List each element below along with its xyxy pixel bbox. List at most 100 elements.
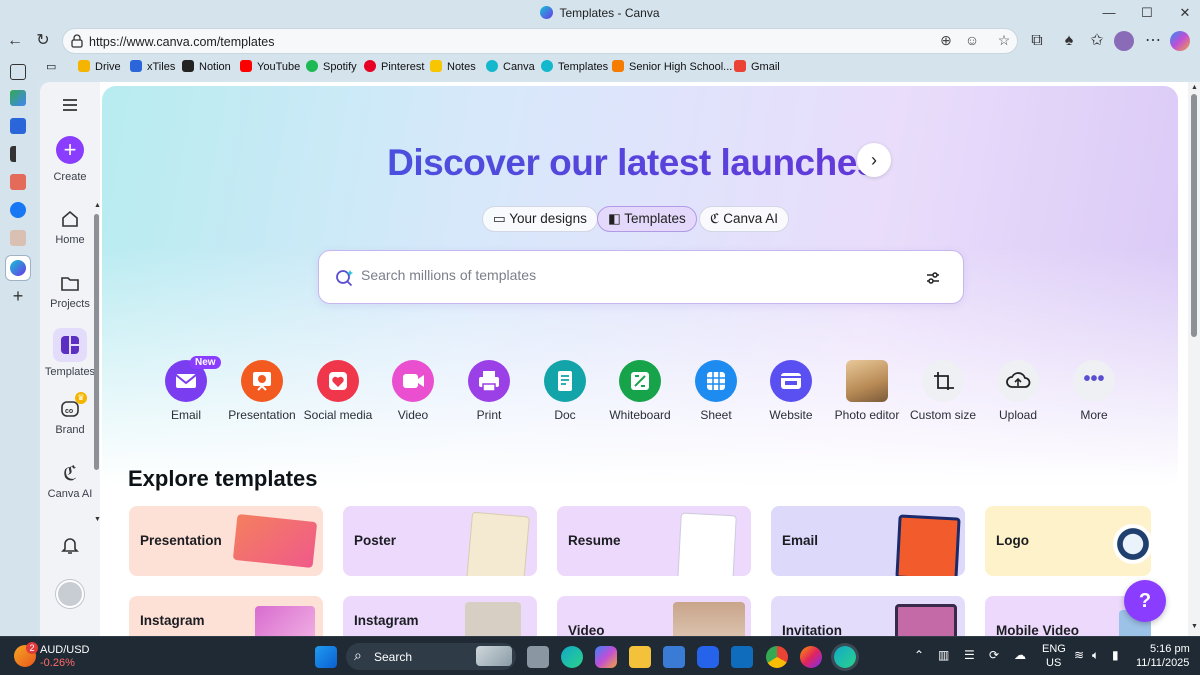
refresh-icon[interactable]: ↻ <box>32 30 54 52</box>
add-icon[interactable]: + <box>10 287 26 305</box>
chevron-up-icon[interactable]: ⌃ <box>914 648 924 662</box>
category-video[interactable]: Video <box>375 360 451 422</box>
copilot-icon[interactable] <box>595 646 617 668</box>
category-whiteboard[interactable]: Whiteboard <box>602 360 678 422</box>
firefox-icon[interactable] <box>800 646 822 668</box>
template-card-resume[interactable]: Resume <box>557 506 751 576</box>
category-doc[interactable]: Doc <box>527 360 603 422</box>
file-explorer-icon[interactable] <box>629 646 651 668</box>
main-scrollbar[interactable]: ▲ ▼ <box>1188 82 1200 636</box>
favorite-star-icon[interactable]: ☆ <box>995 32 1013 49</box>
close-button[interactable]: ✕ <box>1170 4 1200 22</box>
template-search-box[interactable] <box>318 250 964 304</box>
sidebar-item-canva-ai[interactable]: ℭ Canva AI <box>40 462 100 500</box>
facebook-icon[interactable] <box>10 202 26 218</box>
bookmark-xtiles[interactable]: xTiles <box>130 60 175 73</box>
bookmark-youtube[interactable]: YouTube <box>240 60 300 73</box>
template-card-email[interactable]: Email <box>771 506 965 576</box>
template-card-poster[interactable]: Poster <box>343 506 537 576</box>
taskbar-search-box[interactable]: ⌕ Search <box>346 643 516 670</box>
bookmark-drive[interactable]: Drive <box>78 60 121 73</box>
volume-icon[interactable]: 🔈︎ <box>1092 648 1099 663</box>
chrome-icon[interactable] <box>766 646 788 668</box>
minimize-button[interactable]: — <box>1094 4 1124 22</box>
extensions-icon[interactable]: ⧉ <box>1026 30 1048 52</box>
windows-start-icon[interactable] <box>315 646 337 668</box>
address-bar[interactable]: https://www.canva.com/templates ⊕ ☺ ☆ <box>62 28 1018 54</box>
bookmarks-toggle-icon[interactable]: ▭ <box>46 60 56 73</box>
maximize-button[interactable]: ☐ <box>1132 4 1162 22</box>
category-sheet[interactable]: Sheet <box>678 360 754 422</box>
template-card-instagram-2[interactable]: Instagram <box>343 596 537 636</box>
site-info-icon[interactable] <box>71 34 83 48</box>
clock-date[interactable]: 11/11/2025 <box>1136 657 1189 669</box>
category-presentation[interactable]: Presentation <box>224 360 300 422</box>
app-tray-icon[interactable]: ▥ <box>938 648 949 662</box>
help-button[interactable]: ? <box>1124 580 1166 622</box>
chevron-right-icon[interactable]: › <box>857 143 891 177</box>
category-email[interactable]: New Email <box>148 356 224 422</box>
microsoft-store-icon[interactable] <box>663 646 685 668</box>
template-card-presentation[interactable]: Presentation <box>129 506 323 576</box>
bookmark-canva[interactable]: Canva <box>486 60 535 73</box>
bookmark-gmail[interactable]: Gmail <box>734 60 780 73</box>
tab-canva-ai[interactable]: ℭ Canva AI <box>699 206 790 232</box>
sync-tray-icon[interactable]: ⟳ <box>989 648 999 662</box>
back-arrow-icon[interactable]: ← <box>4 30 26 52</box>
create-button[interactable]: + Create <box>40 136 100 183</box>
bookmark-notion[interactable]: Notion <box>182 60 231 73</box>
speaker-icon[interactable] <box>10 146 26 162</box>
edge-icon[interactable] <box>561 646 583 668</box>
category-print[interactable]: Print <box>451 360 527 422</box>
bookmark-pinterest[interactable]: Pinterest <box>364 60 424 73</box>
sliders-tray-icon[interactable]: ☰ <box>964 648 975 662</box>
battery-icon[interactable]: ▮ <box>1112 648 1119 662</box>
search-input[interactable] <box>361 267 901 283</box>
language-code[interactable]: ENG <box>1042 643 1066 655</box>
teams-chat-icon[interactable] <box>697 646 719 668</box>
outlook-icon[interactable] <box>731 646 753 668</box>
filter-sliders-icon[interactable] <box>925 270 941 286</box>
bookmark-notes[interactable]: Notes <box>430 60 476 73</box>
notifications-bell-icon[interactable] <box>40 534 100 560</box>
language-region[interactable]: US <box>1046 657 1061 669</box>
tab-your-designs[interactable]: ▭ Your designs <box>482 206 598 232</box>
canva-app-icon[interactable] <box>6 256 30 280</box>
category-upload[interactable]: Upload <box>980 360 1056 422</box>
template-card-instagram[interactable]: Instagram <box>129 596 323 636</box>
bookmark-senior-high[interactable]: Senior High School... <box>612 60 732 73</box>
sidebar-item-home[interactable]: Home <box>40 208 100 246</box>
browser-essentials-icon[interactable]: ♠ <box>1058 30 1080 52</box>
sidebar-item-projects[interactable]: Projects <box>40 272 100 310</box>
favorites-icon[interactable]: ✩ <box>1086 30 1108 52</box>
tab-actions-icon[interactable] <box>10 64 26 80</box>
vpn-tray-icon[interactable]: ☁ <box>1014 648 1026 662</box>
reading-mode-icon[interactable]: ☺ <box>963 32 981 48</box>
category-more[interactable]: ••• More <box>1056 360 1132 422</box>
app-icon[interactable] <box>10 230 26 246</box>
menu-icon[interactable] <box>40 94 100 120</box>
edge-active-icon[interactable] <box>834 646 856 668</box>
sidebar-item-brand[interactable]: co ♛ Brand <box>40 392 100 436</box>
settings-more-icon[interactable]: ⋯ <box>1142 30 1164 52</box>
template-card-logo[interactable]: Logo <box>985 506 1151 576</box>
bookmark-templates[interactable]: Templates <box>541 60 608 73</box>
bookmark-spotify[interactable]: Spotify <box>306 60 357 73</box>
category-photo-editor[interactable]: Photo editor <box>829 360 905 422</box>
app-icon[interactable] <box>10 174 26 190</box>
wifi-icon[interactable]: ≋ <box>1074 648 1084 662</box>
category-social-media[interactable]: Social media <box>300 360 376 422</box>
zoom-icon[interactable]: ⊕ <box>937 32 955 49</box>
profile-avatar[interactable] <box>1114 31 1134 51</box>
ticker-symbol[interactable]: AUD/USD <box>40 644 90 656</box>
sidebar-item-templates[interactable]: Templates <box>40 328 100 378</box>
task-view-icon[interactable] <box>527 646 549 668</box>
docs-icon[interactable] <box>10 118 26 134</box>
drive-icon[interactable] <box>10 90 26 106</box>
category-custom-size[interactable]: Custom size <box>905 360 981 422</box>
template-card-invitation[interactable]: Invitation <box>771 596 965 636</box>
template-card-video[interactable]: Video <box>557 596 751 636</box>
account-avatar[interactable] <box>40 580 100 608</box>
tab-templates[interactable]: ◧ Templates <box>597 206 697 232</box>
scrollbar-thumb[interactable] <box>1191 94 1197 337</box>
